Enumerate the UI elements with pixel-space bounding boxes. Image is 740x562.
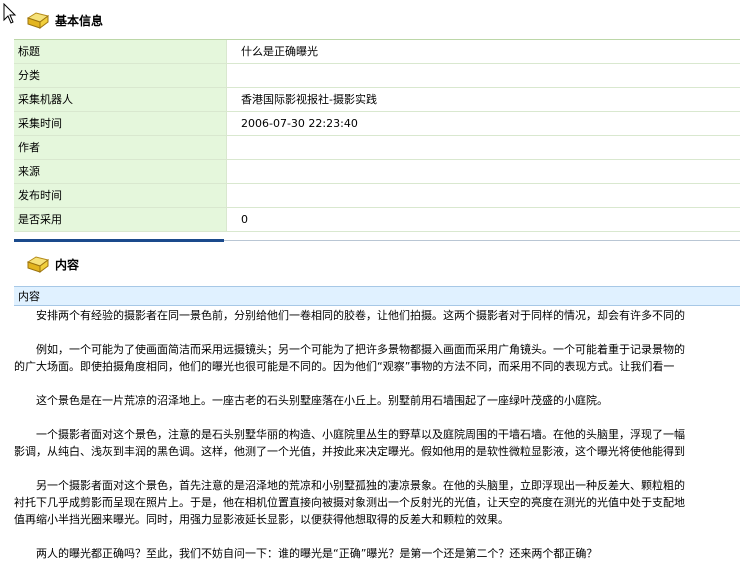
article-line: 安排两个有经验的摄影者在同一景色前，分别给他们一卷相同的胶卷，让他们拍摄。这两个… [14,309,685,322]
section-divider-accent [14,239,224,242]
article-body: 安排两个有经验的摄影者在同一景色前，分别给他们一卷相同的胶卷，让他们拍摄。这两个… [14,307,740,562]
info-label: 作者 [14,136,227,159]
info-row-category: 分类 [14,64,740,88]
info-label: 采集时间 [14,112,227,135]
basic-info-header: 基本信息 [0,4,740,34]
article-line: 衬托下几乎成剪影而呈现在照片上。于是，他在相机位置直接向被摄对象测出一个反射光的… [14,496,685,509]
info-label: 标题 [14,40,227,63]
info-value [227,184,740,207]
basic-info-table: 标题 什么是正确曝光 分类 采集机器人 香港国际影视报社-摄影实践 采集时间 2… [14,39,740,232]
info-row-author: 作者 [14,136,740,160]
basic-info-title: 基本信息 [55,14,104,28]
article-line: 两人的曝光都正确吗？至此，我们不妨自问一下：谁的曝光是“正确”曝光？是第一个还是… [14,547,598,560]
info-value: 0 [227,208,740,231]
article-line: 一个摄影者面对这个景色，注意的是石头别墅华丽的构造、小庭院里丛生的野草以及庭院周… [14,428,685,441]
info-row-robot: 采集机器人 香港国际影视报社-摄影实践 [14,88,740,112]
article-line: 的广大场面。即使拍摄角度相同，他们的曝光也很可能是不同的。因为他们“观察”事物的… [14,360,675,373]
info-value [227,64,740,87]
info-row-source: 来源 [14,160,740,184]
info-row-adopted: 是否采用 0 [14,208,740,232]
info-label: 来源 [14,160,227,183]
info-value: 香港国际影视报社-摄影实践 [227,88,740,111]
info-label: 分类 [14,64,227,87]
content-header: 内容 [0,248,740,278]
info-value [227,160,740,183]
info-label: 是否采用 [14,208,227,231]
article-line: 影调，从纯白、浅灰到丰润的黑色调。这样，他测了一个光值，并按此来决定曝光。假如他… [14,445,685,458]
article-line: 这个景色是在一片荒凉的沼泽地上。一座古老的石头别墅座落在小丘上。别墅前用石墙围起… [14,394,608,407]
info-row-title: 标题 什么是正确曝光 [14,40,740,64]
info-value [227,136,740,159]
info-row-collect-time: 采集时间 2006-07-30 22:23:40 [14,112,740,136]
info-label: 采集机器人 [14,88,227,111]
folder-icon [26,12,50,29]
section-divider-line [224,240,740,241]
content-title: 内容 [55,258,80,272]
info-value: 2006-07-30 22:23:40 [227,112,740,135]
folder-icon [26,256,50,273]
article-line: 值再缩小半挡光圈来曝光。同时，用强力显影液延长显影，以便获得他想取得的反差大和颗… [14,513,509,526]
article-line: 另一个摄影者面对这个景色，首先注意的是沼泽地的荒凉和小别墅孤独的凄凉景象。在他的… [14,479,685,492]
article-line: 例如，一个可能为了使画面简洁而采用远摄镜头；另一个可能为了把许多景物都摄入画面而… [14,343,685,356]
info-row-publish-time: 发布时间 [14,184,740,208]
info-label: 发布时间 [14,184,227,207]
info-value: 什么是正确曝光 [227,40,740,63]
content-field-label: 内容 [14,286,740,306]
